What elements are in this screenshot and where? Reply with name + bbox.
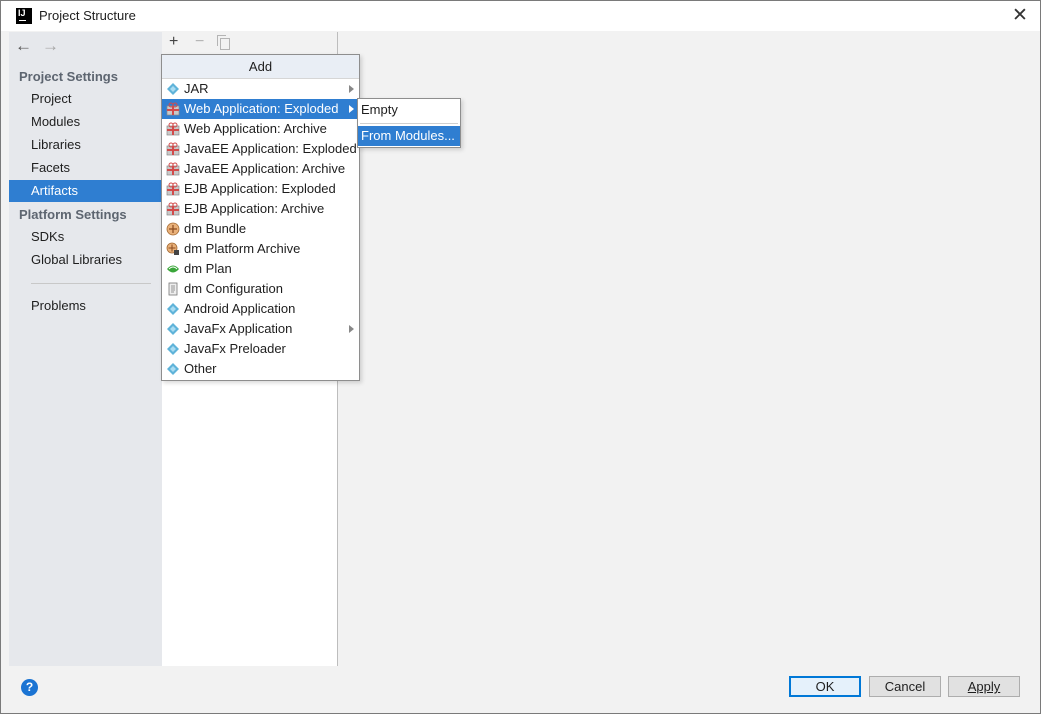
menu-item-label: JavaFx Application [184,321,293,336]
cancel-button[interactable]: Cancel [869,676,941,697]
menu-item-javafx-preloader[interactable]: JavaFx Preloader [162,339,359,359]
menu-item-label: JavaFx Preloader [184,341,286,356]
close-icon[interactable]: ✕ [1008,4,1032,28]
web-exploded-submenu: Empty From Modules... [357,98,461,148]
menu-item-jar[interactable]: JAR [162,79,359,99]
copy-icon [217,35,230,50]
title-bar: IJ Project Structure ✕ [1,1,1040,31]
menu-item-javaee-application-archive[interactable]: JavaEE Application: Archive [162,159,359,179]
gift-icon [166,142,180,156]
menu-item-label: JavaEE Application: Exploded [184,141,357,156]
menu-item-label: Other [184,361,217,376]
menu-item-label: dm Platform Archive [184,241,301,256]
menu-item-dm-configuration[interactable]: dm Configuration [162,279,359,299]
submenu-separator [360,123,458,124]
sidebar-item-global-libraries[interactable]: Global Libraries [9,249,162,271]
help-icon[interactable]: ? [21,679,38,696]
intellij-icon: IJ [16,8,32,24]
menu-item-label: EJB Application: Exploded [184,181,336,196]
submenu-arrow-icon [349,105,354,113]
menu-item-label: JAR [184,81,209,96]
menu-item-web-application-exploded[interactable]: Web Application: Exploded [162,99,359,119]
add-artifact-popup: Add JAR Web Application: Exploded Web Appl… [161,54,360,381]
artifacts-toolbar: + − [162,32,337,56]
menu-item-ejb-application-archive[interactable]: EJB Application: Archive [162,199,359,219]
menu-item-ejb-application-exploded[interactable]: EJB Application: Exploded [162,179,359,199]
submenu-arrow-icon [349,325,354,333]
menu-item-label: dm Plan [184,261,232,276]
platform-settings-heading: Platform Settings [19,207,127,222]
sidebar-item-artifacts[interactable]: Artifacts [9,180,162,202]
gift-icon [166,102,180,116]
bundle-lock-icon [166,242,180,256]
dialog-footer: ? OK Cancel Apply [9,666,1034,706]
sidebar-item-libraries[interactable]: Libraries [9,134,162,156]
sidebar-item-project[interactable]: Project [9,88,162,110]
submenu-item-empty[interactable]: Empty [358,100,460,120]
gift-icon [166,182,180,196]
window-title: Project Structure [39,8,136,23]
gift-icon [166,122,180,136]
document-icon [166,282,180,296]
forward-arrow-icon[interactable]: → [42,36,59,56]
menu-item-dm-plan[interactable]: dm Plan [162,259,359,279]
menu-item-other[interactable]: Other [162,359,359,379]
add-artifact-button[interactable]: + [169,33,178,51]
submenu-item-from-modules[interactable]: From Modules... [358,126,460,146]
menu-item-label: Android Application [184,301,296,316]
submenu-arrow-icon [349,85,354,93]
gift-icon [166,202,180,216]
remove-artifact-button[interactable]: − [195,33,204,51]
diamond-icon [166,342,180,356]
menu-item-label: dm Bundle [184,221,247,236]
menu-item-label: JavaEE Application: Archive [184,161,346,176]
apply-button[interactable]: Apply [948,676,1020,697]
menu-item-label: dm Configuration [184,281,283,296]
copy-artifact-button[interactable] [217,33,230,55]
sidebar-divider [31,283,151,284]
project-structure-dialog: IJ Project Structure ✕ ← → Project Setti… [0,0,1041,714]
diamond-icon [166,362,180,376]
bundle-icon [166,222,180,236]
leaf-icon [166,262,180,276]
diamond-icon [166,322,180,336]
menu-item-javaee-application-exploded[interactable]: JavaEE Application: Exploded [162,139,359,159]
menu-item-javafx-application[interactable]: JavaFx Application [162,319,359,339]
ok-button[interactable]: OK [789,676,861,697]
menu-item-label: EJB Application: Archive [184,201,325,216]
menu-item-dm-platform-archive[interactable]: dm Platform Archive [162,239,359,259]
menu-item-dm-bundle[interactable]: dm Bundle [162,219,359,239]
menu-item-android-application[interactable]: Android Application [162,299,359,319]
sidebar-item-facets[interactable]: Facets [9,157,162,179]
menu-item-label: Web Application: Archive [184,121,327,136]
back-arrow-icon[interactable]: ← [15,36,32,56]
apply-label: Apply [967,679,1001,694]
sidebar-item-sdks[interactable]: SDKs [9,226,162,248]
menu-item-label: Web Application: Exploded [184,101,339,116]
menu-item-web-application-archive[interactable]: Web Application: Archive [162,119,359,139]
popup-header: Add [162,55,359,79]
settings-sidebar: ← → Project Settings Project Modules Lib… [9,32,163,666]
sidebar-item-problems[interactable]: Problems [9,295,162,317]
diamond-icon [166,302,180,316]
diamond-icon [166,82,180,96]
gift-icon [166,162,180,176]
project-settings-heading: Project Settings [19,69,118,84]
sidebar-item-modules[interactable]: Modules [9,111,162,133]
